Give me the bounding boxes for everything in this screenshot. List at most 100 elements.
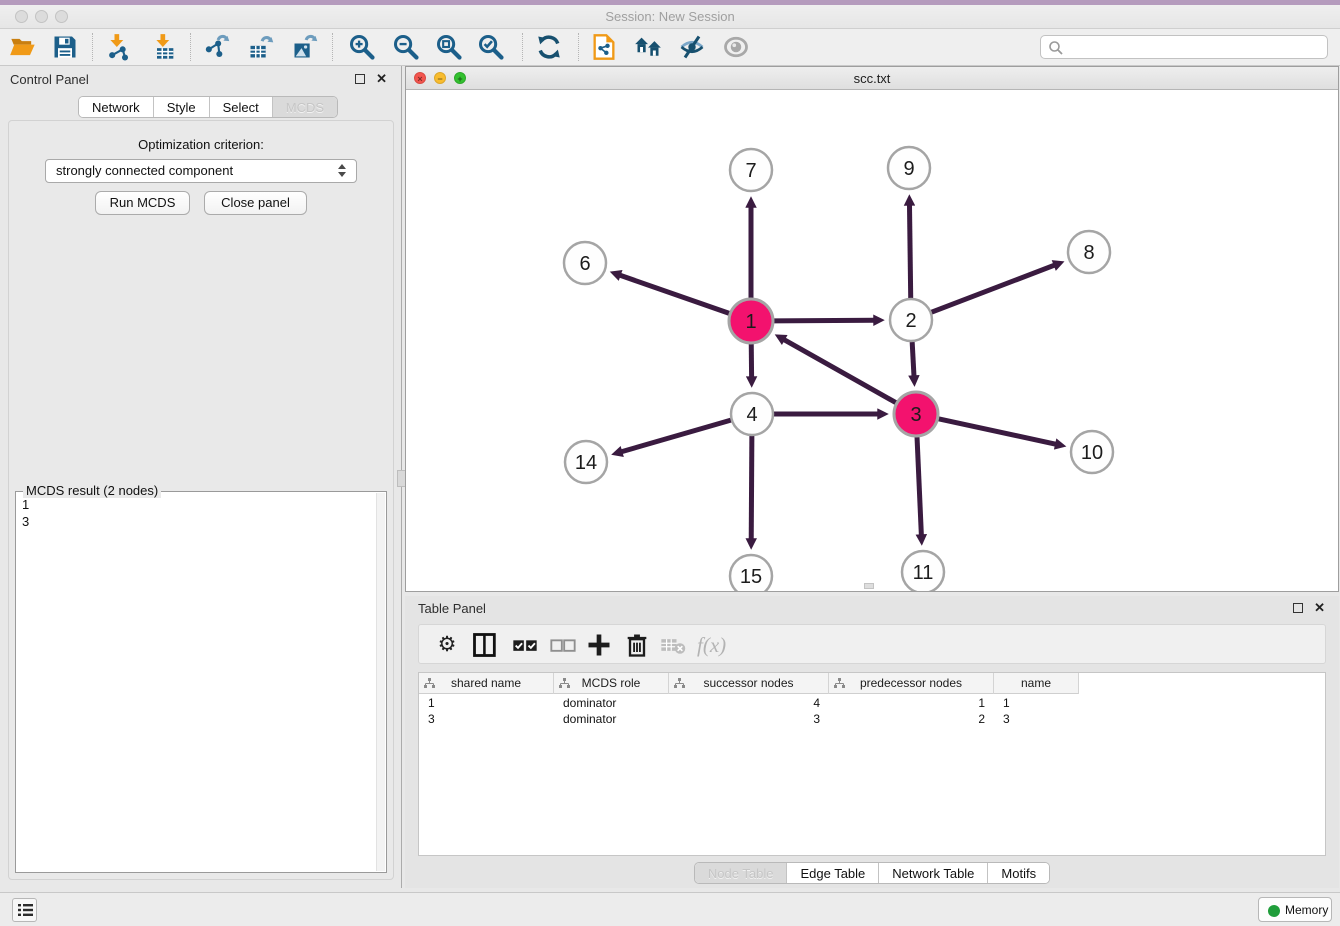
import-table-icon[interactable] (150, 33, 178, 61)
graph-edge-3-10[interactable] (938, 419, 1056, 445)
graph-edge-2-3[interactable] (912, 342, 914, 377)
main-toolbar (0, 29, 1340, 66)
tab-node-table[interactable]: Node Table (695, 863, 788, 883)
mcds-result-line: 3 (22, 513, 29, 530)
open-file-icon[interactable] (9, 33, 37, 61)
search-icon (1048, 40, 1064, 56)
zoom-selected-icon[interactable] (477, 33, 505, 61)
column-tree-icon (559, 678, 570, 689)
table-panel-title: Table Panel (418, 601, 486, 616)
graph-edge-4-15[interactable] (751, 436, 752, 540)
graph-edge-1-6[interactable] (619, 275, 729, 314)
column-header-predecessor-nodes[interactable]: predecessor nodes (829, 673, 994, 694)
tab-mcds[interactable]: MCDS (273, 97, 337, 117)
export-image-icon[interactable] (291, 33, 319, 61)
table-row[interactable]: 1dominator411 (419, 695, 1079, 711)
mcds-result-line: 1 (22, 496, 29, 513)
tab-select[interactable]: Select (210, 97, 273, 117)
tab-motifs[interactable]: Motifs (988, 863, 1049, 883)
close-panel-button[interactable]: Close panel (204, 191, 307, 215)
run-mcds-button[interactable]: Run MCDS (95, 191, 190, 215)
column-label: predecessor nodes (860, 676, 962, 690)
graph-node-label-6: 6 (579, 253, 590, 275)
graph-node-label-14: 14 (575, 452, 597, 474)
import-network-icon[interactable] (104, 33, 132, 61)
table-panel: Table Panel ✕ ⚙ f(x) shared name MCDS rol… (405, 596, 1339, 888)
graph-node-label-3: 3 (910, 404, 921, 426)
memory-button[interactable]: Memory (1258, 897, 1332, 922)
graph-node-label-9: 9 (903, 158, 914, 180)
table-panel-header: Table Panel ✕ (405, 596, 1339, 620)
criterion-select[interactable]: strongly connected component (45, 159, 357, 183)
add-column-icon[interactable] (585, 632, 613, 658)
control-panel-header: Control Panel ✕ (0, 66, 401, 92)
graph-node-label-15: 15 (740, 566, 762, 588)
control-panel-title: Control Panel (10, 72, 89, 87)
float-table-panel-icon[interactable] (1293, 603, 1303, 613)
save-session-icon[interactable] (51, 33, 79, 61)
graph-edge-2-9[interactable] (909, 204, 910, 298)
mcds-panel: Optimization criterion: strongly connect… (8, 120, 394, 880)
function-builder-icon: f(x) (697, 632, 737, 658)
memory-label: Memory (1285, 903, 1328, 917)
column-header-name[interactable]: name (994, 673, 1079, 694)
mcds-result-area: 13 (15, 491, 387, 873)
graph-node-label-8: 8 (1083, 242, 1094, 264)
column-label: MCDS role (582, 676, 641, 690)
column-visibility-icon[interactable] (471, 632, 499, 658)
task-history-button[interactable] (12, 898, 37, 922)
close-table-panel-icon[interactable]: ✕ (1314, 602, 1325, 614)
export-network-icon[interactable] (203, 33, 231, 61)
node-table-header: shared name MCDS role successor nodes prede… (419, 673, 1079, 694)
export-table-icon[interactable] (247, 33, 275, 61)
column-label: shared name (451, 676, 521, 690)
window-title: Session: New Session (0, 9, 1340, 24)
zoom-out-icon[interactable] (392, 33, 420, 61)
status-bar: Memory (0, 892, 1340, 926)
deselect-all-icon[interactable] (549, 632, 577, 658)
column-header-MCDS-role[interactable]: MCDS role (554, 673, 669, 694)
hide-graphics-icon[interactable] (678, 33, 706, 61)
apply-layout-icon[interactable] (535, 33, 563, 61)
zoom-fit-icon[interactable] (435, 33, 463, 61)
select-all-icon[interactable] (511, 632, 539, 658)
memory-status-icon (1268, 905, 1280, 917)
control-panel-tabs: NetworkStyleSelectMCDS (78, 96, 338, 118)
table-settings-icon[interactable]: ⚙ (433, 632, 461, 658)
tab-network[interactable]: Network (79, 97, 154, 117)
column-header-successor-nodes[interactable]: successor nodes (669, 673, 829, 694)
delete-column-icon[interactable] (623, 632, 651, 658)
ndex-network-icon[interactable] (590, 33, 618, 61)
mcds-result-scrollbar[interactable] (376, 493, 385, 871)
toolbar-separator (332, 33, 333, 61)
table-cell: 3 (419, 711, 554, 727)
graph-edge-1-2[interactable] (774, 320, 875, 321)
toolbar-separator (522, 33, 523, 61)
table-cell: dominator (554, 695, 669, 711)
tab-network-table[interactable]: Network Table (879, 863, 988, 883)
search-box[interactable] (1040, 35, 1328, 59)
view-resize-handle[interactable] (864, 583, 874, 589)
network-graph-canvas[interactable]: 7968124314101511 (406, 90, 1338, 591)
graph-edge-2-8[interactable] (932, 265, 1056, 312)
tab-edge-table[interactable]: Edge Table (787, 863, 879, 883)
toolbar-separator (190, 33, 191, 61)
network-window-titlebar: × − + scc.txt (406, 67, 1338, 90)
table-cell: 3 (669, 711, 829, 727)
mcds-result-lines: 13 (22, 496, 29, 530)
tab-style[interactable]: Style (154, 97, 210, 117)
graph-edge-3-1[interactable] (783, 339, 896, 403)
ndex-home-icon[interactable] (634, 33, 662, 61)
node-table[interactable]: shared name MCDS role successor nodes prede… (418, 672, 1326, 856)
control-panel: Control Panel ✕ NetworkStyleSelectMCDS O… (0, 66, 402, 888)
close-panel-icon[interactable]: ✕ (376, 73, 387, 85)
float-panel-icon[interactable] (355, 74, 365, 84)
zoom-in-icon[interactable] (348, 33, 376, 61)
graph-edge-3-11[interactable] (917, 437, 921, 536)
show-details-icon[interactable] (722, 33, 750, 61)
search-input[interactable] (1067, 37, 1322, 57)
column-header-shared-name[interactable]: shared name (419, 673, 554, 694)
table-row[interactable]: 3dominator323 (419, 711, 1079, 727)
graph-edge-4-14[interactable] (621, 420, 731, 452)
column-tree-icon (674, 678, 685, 689)
